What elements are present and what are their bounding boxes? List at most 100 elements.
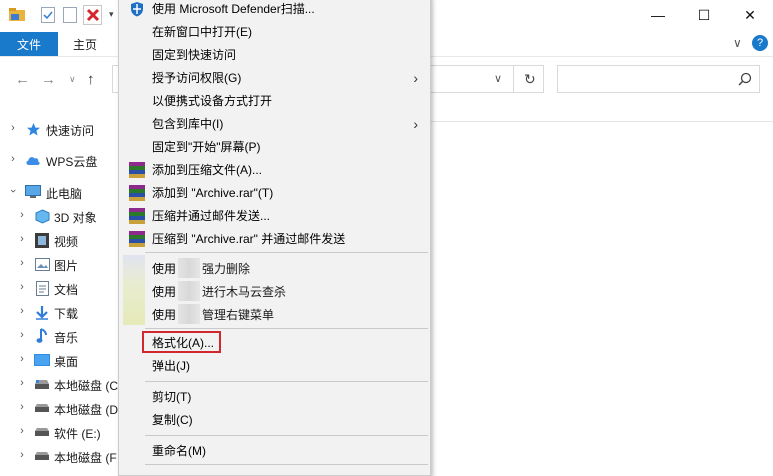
tab-file[interactable]: 文件 (0, 32, 58, 56)
menu-item-pin-to-start[interactable]: 固定到"开始"屏幕(P) (119, 135, 430, 158)
nav-item-drive-d[interactable]: › 本地磁盘 (D (0, 396, 120, 420)
submenu-arrow-icon: › (413, 115, 418, 132)
menu-item-compress-rar-and-email[interactable]: 压缩到 "Archive.rar" 并通过邮件发送 (119, 227, 430, 250)
download-icon (34, 304, 50, 320)
expand-chevron-icon[interactable]: › (17, 305, 27, 317)
menu-item-include-in-library[interactable]: 包含到库中(I) › (119, 112, 430, 135)
expand-chevron-icon[interactable]: › (17, 377, 27, 389)
expand-chevron-icon[interactable]: › (17, 329, 27, 341)
menu-item-label: 重命名(M) (152, 444, 206, 458)
nav-item-desktop[interactable]: › 桌面 (0, 348, 120, 372)
nav-item-documents[interactable]: › 文档 (0, 276, 120, 300)
minimize-button[interactable]: — (635, 0, 681, 30)
redacted-app-name (178, 304, 200, 324)
winrar-icon (128, 207, 145, 224)
menu-item-add-to-archive-rar[interactable]: 添加到 "Archive.rar"(T) (119, 181, 430, 204)
nav-item-this-pc[interactable]: › 此电脑 (0, 180, 120, 204)
expand-chevron-icon[interactable]: › (8, 153, 18, 165)
nav-item-label: 此电脑 (46, 187, 83, 201)
menu-item-add-to-archive[interactable]: 添加到压缩文件(A)... (119, 158, 430, 181)
ribbon-expand-chevron-icon[interactable]: ∨ (733, 36, 742, 50)
menu-item-label: 压缩到 "Archive.rar" 并通过邮件发送 (152, 232, 346, 246)
collapse-chevron-icon[interactable]: › (7, 186, 19, 196)
expand-chevron-icon[interactable]: › (17, 257, 27, 269)
nav-item-wps-cloud[interactable]: › WPS云盘 (0, 148, 120, 172)
expand-chevron-icon[interactable]: › (8, 122, 18, 134)
star-icon (25, 121, 41, 137)
expand-chevron-icon[interactable]: › (17, 209, 27, 221)
submenu-arrow-icon: › (413, 69, 418, 86)
menu-item-give-access[interactable]: 授予访问权限(G) › (119, 66, 430, 89)
menu-item-label-prefix: 使用 (152, 308, 177, 322)
menu-item-open-portable-device[interactable]: 以便携式设备方式打开 (119, 89, 430, 112)
menu-item-label: 授予访问权限(G) (152, 71, 242, 85)
nav-item-label: 文档 (54, 283, 79, 297)
recent-locations-dropdown-icon[interactable]: ∨ (69, 74, 76, 85)
menu-item-copy[interactable]: 复制(C) (119, 408, 430, 431)
expand-chevron-icon[interactable]: › (17, 281, 27, 293)
expand-chevron-icon[interactable]: › (17, 401, 27, 413)
search-input[interactable] (557, 65, 760, 93)
menu-item-label: 复制(C) (152, 413, 193, 427)
nav-item-drive-c[interactable]: › 本地磁盘 (C (0, 372, 120, 396)
menu-item-manage-context-menu[interactable]: 使用 管理右键菜单 (119, 303, 430, 326)
menu-item-eject[interactable]: 弹出(J) (119, 354, 430, 377)
menu-item-open-new-window[interactable]: 在新窗口中打开(E) (119, 20, 430, 43)
nav-item-label: 快速访问 (46, 124, 95, 138)
menu-item-label-suffix: 进行木马云查杀 (202, 285, 287, 299)
expand-chevron-icon[interactable]: › (17, 449, 27, 461)
menu-item-label: 弹出(J) (152, 359, 190, 373)
close-button[interactable]: ✕ (727, 0, 773, 30)
forward-arrow-icon[interactable]: → (41, 71, 56, 88)
menu-item-label: 在新窗口中打开(E) (152, 25, 252, 39)
desktop-icon (34, 352, 50, 368)
nav-item-music[interactable]: › 音乐 (0, 324, 120, 348)
menu-item-label-prefix: 使用 (152, 262, 177, 276)
menu-item-pin-quick-access[interactable]: 固定到快速访问 (119, 43, 430, 66)
nav-item-drive-e[interactable]: › 软件 (E:) (0, 420, 120, 444)
video-icon (34, 232, 50, 248)
menu-item-label: 固定到快速访问 (152, 48, 237, 62)
new-folder-icon[interactable] (62, 7, 78, 23)
menu-item-label: 包含到库中(I) (152, 117, 224, 131)
nav-item-downloads[interactable]: › 下载 (0, 300, 120, 324)
customize-qat-dropdown-icon[interactable]: ▾ (109, 9, 114, 20)
maximize-button[interactable]: ☐ (681, 0, 727, 30)
nav-item-label: 本地磁盘 (C (54, 379, 118, 393)
nav-item-label: 软件 (E:) (54, 427, 101, 441)
delete-x-icon[interactable] (83, 5, 102, 25)
address-divider (513, 66, 514, 92)
expand-chevron-icon[interactable]: › (17, 233, 27, 245)
menu-item-compress-and-email[interactable]: 压缩并通过邮件发送... (119, 204, 430, 227)
nav-item-label: 音乐 (54, 331, 79, 345)
drive-icon (34, 424, 50, 440)
menu-separator (145, 328, 428, 329)
menu-item-cloud-trojan-scan[interactable]: 使用 进行木马云查杀 (119, 280, 430, 303)
nav-item-3d-objects[interactable]: › 3D 对象 (0, 204, 120, 228)
nav-item-videos[interactable]: › 视频 (0, 228, 120, 252)
help-icon[interactable]: ? (752, 35, 768, 51)
menu-separator (145, 381, 428, 382)
nav-item-drive-f[interactable]: › 本地磁盘 (F (0, 444, 120, 468)
back-arrow-icon[interactable]: ← (15, 71, 30, 88)
menu-separator (145, 464, 428, 465)
drive-icon (34, 376, 50, 392)
up-arrow-icon[interactable]: ↑ (87, 71, 95, 88)
expand-chevron-icon[interactable]: › (17, 353, 27, 365)
nav-item-pictures[interactable]: › 图片 (0, 252, 120, 276)
nav-item-quick-access[interactable]: › 快速访问 (0, 117, 120, 141)
menu-separator (145, 435, 428, 436)
tab-home[interactable]: 主页 (58, 32, 112, 56)
menu-item-rename[interactable]: 重命名(M) (119, 439, 430, 462)
folder-icon[interactable] (9, 7, 25, 23)
menu-item-defender-scan[interactable]: 使用 Microsoft Defender扫描... (119, 0, 430, 20)
menu-item-force-delete[interactable]: 使用 强力删除 (119, 257, 430, 280)
menu-item-label-prefix: 使用 (152, 285, 177, 299)
expand-chevron-icon[interactable]: › (17, 425, 27, 437)
menu-item-cut[interactable]: 剪切(T) (119, 385, 430, 408)
refresh-icon[interactable]: ↻ (524, 71, 536, 88)
nav-item-label: WPS云盘 (46, 155, 98, 169)
nav-item-label: 3D 对象 (54, 211, 97, 225)
address-dropdown-icon[interactable]: ∨ (494, 72, 502, 85)
properties-check-icon[interactable] (40, 7, 56, 23)
